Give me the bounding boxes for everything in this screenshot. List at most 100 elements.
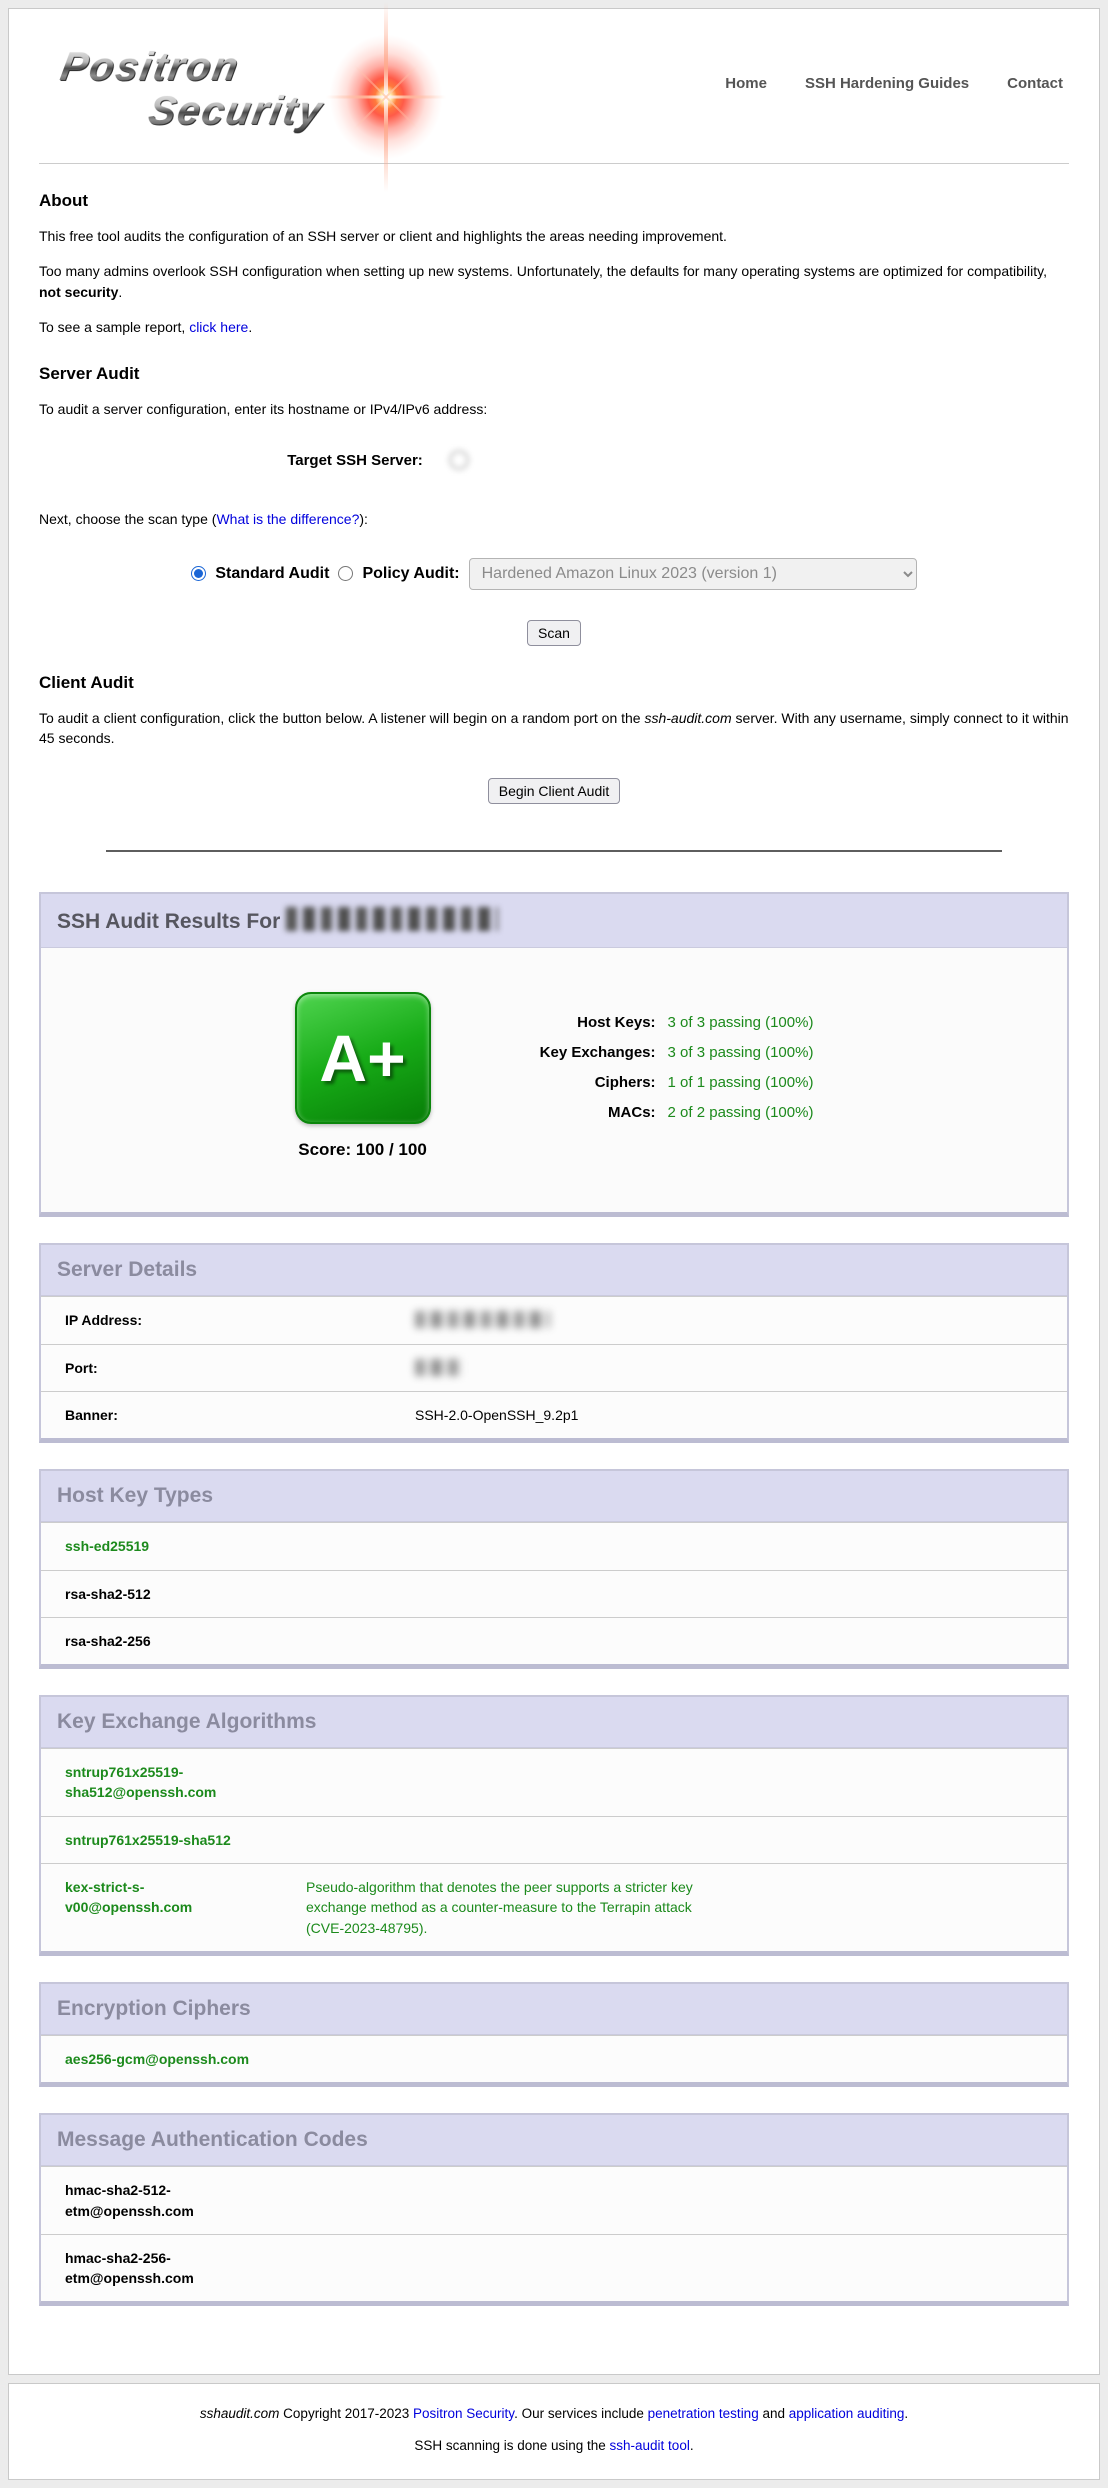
- policy-audit-label: Policy Audit:: [362, 565, 459, 583]
- footer-end-text: .: [904, 2406, 908, 2421]
- about-p3-end: .: [248, 319, 252, 335]
- results-panel-title: SSH Audit Results For: [41, 894, 1067, 948]
- stat-value: 3 of 3 passing (100%): [668, 1038, 814, 1068]
- target-server-row: Target SSH Server:: [39, 445, 1069, 475]
- kex-name: kex-strict-s-v00@openssh.com: [65, 1877, 270, 1938]
- mac-name: hmac-sha2-256-etm@openssh.com: [65, 2248, 270, 2289]
- stat-row-key-exchanges: Key Exchanges: 3 of 3 passing (100%): [503, 1038, 814, 1068]
- footer-and-text: and: [759, 2406, 789, 2421]
- results-title-text: SSH Audit Results For: [57, 910, 280, 933]
- kex-name: sntrup761x25519-sha512: [65, 1830, 270, 1850]
- kex-name: sntrup761x25519-sha512@openssh.com: [65, 1762, 270, 1803]
- results-panel: SSH Audit Results For A+ Score: 100 / 10…: [39, 892, 1069, 1217]
- list-item: hmac-sha2-512-etm@openssh.com: [41, 2166, 1067, 2234]
- encryption-ciphers-panel: Encryption Ciphers aes256-gcm@openssh.co…: [39, 1982, 1069, 2087]
- site-footer: sshaudit.com Copyright 2017-2023 Positro…: [8, 2383, 1100, 2480]
- logo-text-security: Security: [145, 89, 327, 134]
- standard-audit-radio[interactable]: [191, 566, 206, 581]
- ip-address-label: IP Address:: [65, 1310, 415, 1330]
- target-server-input[interactable]: [431, 445, 821, 475]
- list-item: sntrup761x25519-sha512: [41, 1816, 1067, 1863]
- port-value: [415, 1358, 463, 1378]
- encryption-ciphers-title: Encryption Ciphers: [41, 1984, 1067, 2035]
- stat-value: 1 of 1 passing (100%): [668, 1068, 814, 1098]
- footer-scan-text: SSH scanning is done using the: [414, 2438, 609, 2453]
- section-divider: [106, 850, 1002, 852]
- scan-button-row: Scan: [39, 620, 1069, 646]
- stat-label: Host Keys:: [503, 1008, 668, 1038]
- site-header: Positron Security Home SSH Hardening Gui…: [39, 27, 1069, 164]
- client-audit-heading: Client Audit: [39, 673, 1069, 693]
- footer-pentest-link[interactable]: penetration testing: [648, 2406, 759, 2421]
- stat-label: Key Exchanges:: [503, 1038, 668, 1068]
- client-audit-button-row: Begin Client Audit: [39, 778, 1069, 804]
- policy-select[interactable]: Hardened Amazon Linux 2023 (version 1): [469, 558, 917, 590]
- grade-block: A+ Score: 100 / 100: [295, 992, 431, 1160]
- about-p2-bold: not security: [39, 284, 118, 300]
- results-body: A+ Score: 100 / 100 Host Keys: 3 of 3 pa…: [41, 948, 1067, 1212]
- port-label: Port:: [65, 1358, 415, 1378]
- about-paragraph-3: To see a sample report, click here.: [39, 317, 1069, 337]
- table-row: IP Address:: [41, 1296, 1067, 1343]
- about-p2-end: .: [118, 284, 122, 300]
- client-audit-p-italic: ssh-audit.com: [644, 710, 731, 726]
- list-item: aes256-gcm@openssh.com: [41, 2035, 1067, 2082]
- stat-row-macs: MACs: 2 of 2 passing (100%): [503, 1098, 814, 1128]
- score-text: Score: 100 / 100: [295, 1140, 431, 1160]
- scan-type-row: Standard Audit Policy Audit: Hardened Am…: [39, 558, 1069, 590]
- footer-positron-link[interactable]: Positron Security: [413, 2406, 514, 2421]
- host-key-name: rsa-sha2-512: [65, 1584, 270, 1604]
- key-exchange-panel: Key Exchange Algorithms sntrup761x25519-…: [39, 1695, 1069, 1956]
- mac-name: hmac-sha2-512-etm@openssh.com: [65, 2180, 270, 2221]
- scan-type-difference-link[interactable]: What is the difference?: [216, 511, 359, 527]
- footer-ssh-audit-tool-link[interactable]: ssh-audit tool: [610, 2438, 690, 2453]
- client-audit-p-start: To audit a client configuration, click t…: [39, 710, 644, 726]
- redacted-hostname: [286, 907, 498, 931]
- server-audit-intro: To audit a server configuration, enter i…: [39, 399, 1069, 419]
- stat-row-host-keys: Host Keys: 3 of 3 passing (100%): [503, 1008, 814, 1038]
- host-key-types-panel: Host Key Types ssh-ed25519 rsa-sha2-512 …: [39, 1469, 1069, 1669]
- about-paragraph-1: This free tool audits the configuration …: [39, 226, 1069, 246]
- banner-label: Banner:: [65, 1405, 415, 1425]
- main-content-box: Positron Security Home SSH Hardening Gui…: [8, 8, 1100, 2375]
- redacted-ip: [415, 1311, 550, 1328]
- main-nav: Home SSH Hardening Guides Contact: [725, 75, 1069, 92]
- list-item: ssh-ed25519: [41, 1522, 1067, 1569]
- scan-button[interactable]: Scan: [527, 620, 581, 646]
- about-heading: About: [39, 191, 1069, 211]
- nav-contact[interactable]: Contact: [1007, 75, 1063, 92]
- table-row: Banner: SSH-2.0-OpenSSH_9.2p1: [41, 1391, 1067, 1438]
- scan-type-line: Next, choose the scan type (What is the …: [39, 509, 1069, 529]
- stat-label: Ciphers:: [503, 1068, 668, 1098]
- banner-value: SSH-2.0-OpenSSH_9.2p1: [415, 1405, 578, 1425]
- about-paragraph-2: Too many admins overlook SSH configurati…: [39, 261, 1069, 302]
- sample-report-link[interactable]: click here: [189, 319, 248, 335]
- stat-label: MACs:: [503, 1098, 668, 1128]
- footer-line-2: SSH scanning is done using the ssh-audit…: [19, 2438, 1089, 2453]
- footer-mid-text: . Our services include: [514, 2406, 648, 2421]
- begin-client-audit-button[interactable]: Begin Client Audit: [488, 778, 621, 804]
- server-details-panel: Server Details IP Address: Port: Banner:…: [39, 1243, 1069, 1443]
- key-exchange-title: Key Exchange Algorithms: [41, 1697, 1067, 1748]
- starburst-icon: [311, 13, 461, 213]
- list-item: rsa-sha2-256: [41, 1617, 1067, 1664]
- policy-audit-radio[interactable]: [338, 566, 353, 581]
- redacted-port: [415, 1359, 463, 1376]
- stat-row-ciphers: Ciphers: 1 of 1 passing (100%): [503, 1068, 814, 1098]
- nav-home[interactable]: Home: [725, 75, 767, 92]
- list-item: hmac-sha2-256-etm@openssh.com: [41, 2234, 1067, 2302]
- server-audit-heading: Server Audit: [39, 364, 1069, 384]
- stat-value: 2 of 2 passing (100%): [668, 1098, 814, 1128]
- client-audit-paragraph: To audit a client configuration, click t…: [39, 708, 1069, 749]
- footer-copyright: Copyright 2017-2023: [279, 2406, 413, 2421]
- macs-panel: Message Authentication Codes hmac-sha2-5…: [39, 2113, 1069, 2306]
- grade-badge: A+: [295, 992, 431, 1124]
- target-server-label: Target SSH Server:: [287, 452, 423, 469]
- standard-audit-label: Standard Audit: [215, 565, 329, 583]
- host-key-name: rsa-sha2-256: [65, 1631, 270, 1651]
- footer-appaudit-link[interactable]: application auditing: [789, 2406, 905, 2421]
- host-key-name: ssh-ed25519: [65, 1536, 270, 1556]
- about-p2-start: Too many admins overlook SSH configurati…: [39, 263, 1047, 279]
- nav-ssh-hardening-guides[interactable]: SSH Hardening Guides: [805, 75, 969, 92]
- table-row: Port:: [41, 1344, 1067, 1391]
